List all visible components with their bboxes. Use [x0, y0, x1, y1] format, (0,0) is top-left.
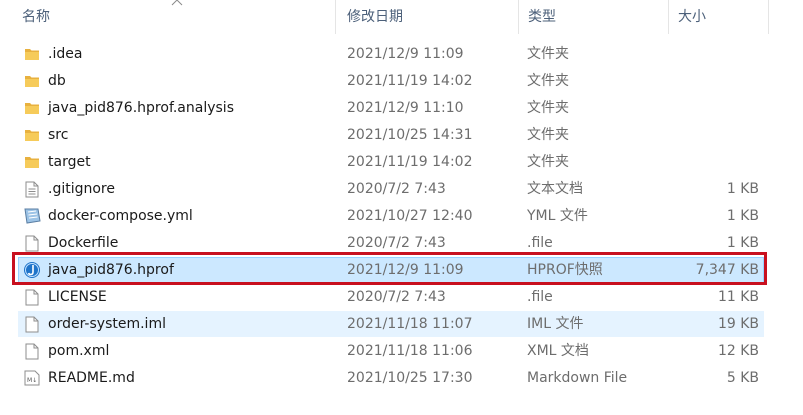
- file-modified-date: 2021/10/25 17:30: [347, 370, 473, 386]
- file-type: 文件夹: [527, 46, 569, 62]
- column-header: 名称 修改日期 类型 大小: [0, 0, 803, 34]
- markdown-file-icon: M↓: [22, 366, 42, 390]
- file-name: java_pid876.hprof.analysis: [48, 100, 234, 116]
- file-size: 5 KB: [726, 370, 759, 386]
- annotation-highlight: [12, 252, 767, 285]
- file-name: order-system.iml: [48, 316, 166, 332]
- folder-icon: [22, 150, 42, 174]
- file-name: target: [48, 154, 91, 170]
- file-row[interactable]: docker-compose.yml 2021/10/27 12:40 YML 文件…: [18, 203, 764, 229]
- column-header-name[interactable]: 名称: [22, 0, 50, 34]
- file-row[interactable]: .idea 2021/12/9 11:09 文件夹: [18, 41, 764, 67]
- column-divider[interactable]: [518, 0, 519, 34]
- file-type: 文本文档: [527, 181, 583, 197]
- svg-text:M↓: M↓: [27, 377, 37, 384]
- file-name: pom.xml: [48, 343, 110, 359]
- file-modified-date: 2021/11/19 14:02: [347, 154, 473, 170]
- file-type: IML 文件: [527, 316, 584, 332]
- file-type: YML 文件: [527, 208, 588, 224]
- file-type: 文件夹: [527, 100, 569, 116]
- file-size: 1 KB: [726, 181, 759, 197]
- file-row[interactable]: order-system.iml 2021/11/18 11:07 IML 文件 19…: [18, 311, 764, 337]
- file-row[interactable]: pom.xml 2021/11/18 11:06 XML 文档 12 KB: [18, 338, 764, 364]
- file-name: LICENSE: [48, 289, 107, 305]
- blank-file-icon: [22, 285, 42, 309]
- file-modified-date: 2020/7/2 7:43: [347, 181, 446, 197]
- file-size: 19 KB: [717, 316, 759, 332]
- folder-icon: [22, 123, 42, 147]
- file-modified-date: 2021/11/18 11:06: [347, 343, 473, 359]
- blank-file-icon: [22, 312, 42, 336]
- file-type: Markdown File: [527, 370, 628, 386]
- folder-icon: [22, 69, 42, 93]
- file-size: 11 KB: [717, 289, 759, 305]
- file-modified-date: 2021/10/25 14:31: [347, 127, 473, 143]
- file-name: README.md: [48, 370, 135, 386]
- file-modified-date: 2021/12/9 11:10: [347, 100, 464, 116]
- file-row[interactable]: db 2021/11/19 14:02 文件夹: [18, 68, 764, 94]
- file-row[interactable]: .gitignore 2020/7/2 7:43 文本文档 1 KB: [18, 176, 764, 202]
- file-modified-date: 2021/11/18 11:07: [347, 316, 473, 332]
- file-modified-date: 2021/10/27 12:40: [347, 208, 473, 224]
- file-type: 文件夹: [527, 154, 569, 170]
- column-divider[interactable]: [768, 0, 769, 34]
- column-divider[interactable]: [668, 0, 669, 34]
- folder-icon: [22, 42, 42, 66]
- column-divider[interactable]: [335, 0, 336, 34]
- file-row[interactable]: src 2021/10/25 14:31 文件夹: [18, 122, 764, 148]
- file-type: XML 文档: [527, 343, 589, 359]
- blank-file-icon: [22, 339, 42, 363]
- file-modified-date: 2021/11/19 14:02: [347, 73, 473, 89]
- file-size: 1 KB: [726, 208, 759, 224]
- file-modified-date: 2020/7/2 7:43: [347, 289, 446, 305]
- folder-icon: [22, 96, 42, 120]
- file-row[interactable]: M↓ README.md 2021/10/25 17:30 Markdown File…: [18, 365, 764, 391]
- file-row[interactable]: target 2021/11/19 14:02 文件夹: [18, 149, 764, 175]
- text-file-icon: [22, 177, 42, 201]
- column-header-date[interactable]: 修改日期: [347, 0, 403, 34]
- sort-ascending-icon: [171, 0, 183, 6]
- file-size: 12 KB: [717, 343, 759, 359]
- file-name: docker-compose.yml: [48, 208, 193, 224]
- file-row[interactable]: java_pid876.hprof.analysis 2021/12/9 11:1…: [18, 95, 764, 121]
- file-name: src: [48, 127, 69, 143]
- column-header-size[interactable]: 大小: [678, 0, 706, 34]
- file-modified-date: 2021/12/9 11:09: [347, 46, 464, 62]
- file-name: db: [48, 73, 66, 89]
- file-type: 文件夹: [527, 73, 569, 89]
- file-name: .gitignore: [48, 181, 115, 197]
- yml-file-icon: [22, 204, 42, 228]
- file-type: .file: [527, 289, 553, 305]
- column-header-type[interactable]: 类型: [528, 0, 556, 34]
- file-row[interactable]: LICENSE 2020/7/2 7:43 .file 11 KB: [18, 284, 764, 310]
- file-name: .idea: [48, 46, 83, 62]
- file-type: 文件夹: [527, 127, 569, 143]
